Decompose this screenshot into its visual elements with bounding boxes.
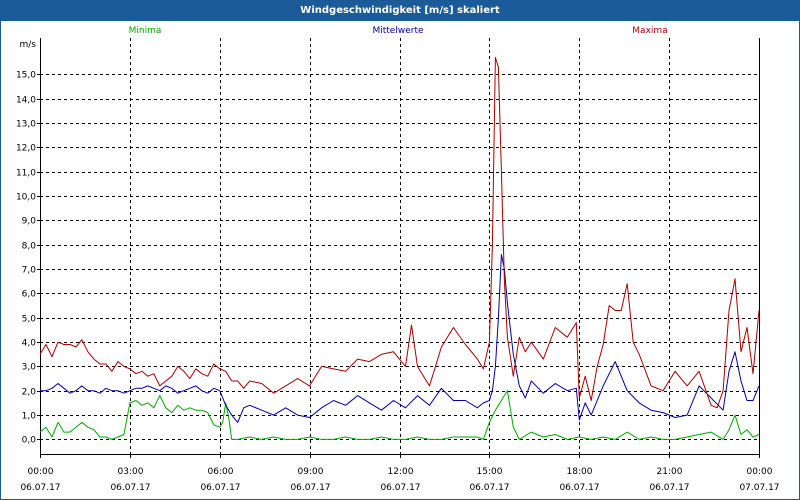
legend-entry-minima: Minima: [129, 26, 162, 36]
series-line-maxima: [39, 57, 760, 409]
x-tick-time-label: 18:00: [567, 467, 593, 477]
x-tick-time-label: 15:00: [477, 467, 503, 477]
y-tick-label: 7,0: [22, 266, 37, 276]
legend-entry-mittelwerte: Mittelwerte: [372, 26, 423, 36]
y-tick-label: 9,0: [22, 217, 37, 227]
x-tick-date-label: 07.07.17: [739, 483, 779, 493]
x-tick-date-label: 06.07.17: [380, 483, 420, 493]
y-tick-label: 6,0: [22, 290, 37, 300]
grid: [40, 38, 759, 454]
y-tick-label: 10,0: [16, 193, 36, 203]
x-tick-time-label: 12:00: [388, 467, 414, 477]
series: [39, 57, 760, 440]
x-tick-date-label: 06.07.17: [469, 483, 509, 493]
y-tick-label: 11,0: [16, 169, 36, 179]
y-tick-label: 1,0: [22, 412, 37, 422]
x-tick-date-label: 06.07.17: [559, 483, 599, 493]
y-tick-label: 0,0: [22, 436, 37, 446]
x-tick-date-label: 06.07.17: [20, 483, 60, 493]
y-tick-label: 8,0: [22, 242, 37, 252]
x-tick-time-label: 03:00: [118, 467, 144, 477]
chart: 0,0 1,0 2,0 3,0 4,0 5,0 6,0 7,0 8,0 9,0 10,0 11,0 12…: [16, 26, 780, 493]
x-tick-date-label: 06.07.17: [110, 483, 150, 493]
y-tick-label: 5,0: [22, 315, 37, 325]
y-tick-label: 14,0: [16, 96, 36, 106]
x-tick-time-label: 00:00: [28, 467, 54, 477]
x-tick-date-label: 06.07.17: [649, 483, 689, 493]
x-tick-date-label: 06.07.17: [290, 483, 330, 493]
legend-entry-maxima: Maxima: [632, 26, 667, 36]
y-axis-label: m/s: [20, 40, 37, 50]
series-line-mittelwerte: [40, 254, 760, 423]
x-tick-time-label: 00:00: [747, 467, 773, 477]
y-tick-label: 13,0: [16, 120, 36, 130]
y-tick-label: 15,0: [16, 71, 36, 81]
y-tick-label: 12,0: [16, 144, 36, 154]
y-tick-label: 4,0: [22, 339, 37, 349]
series-line-minima: [39, 390, 760, 440]
x-tick-time-label: 06:00: [208, 467, 234, 477]
y-tick-label: 2,0: [22, 388, 37, 398]
x-tick-date-label: 06.07.17: [200, 483, 240, 493]
y-tick-label: 3,0: [22, 363, 37, 373]
legend: Minima Mittelwerte Maxima: [129, 26, 668, 36]
x-tick-time-label: 09:00: [298, 467, 324, 477]
x-tick-time-label: 21:00: [657, 467, 683, 477]
